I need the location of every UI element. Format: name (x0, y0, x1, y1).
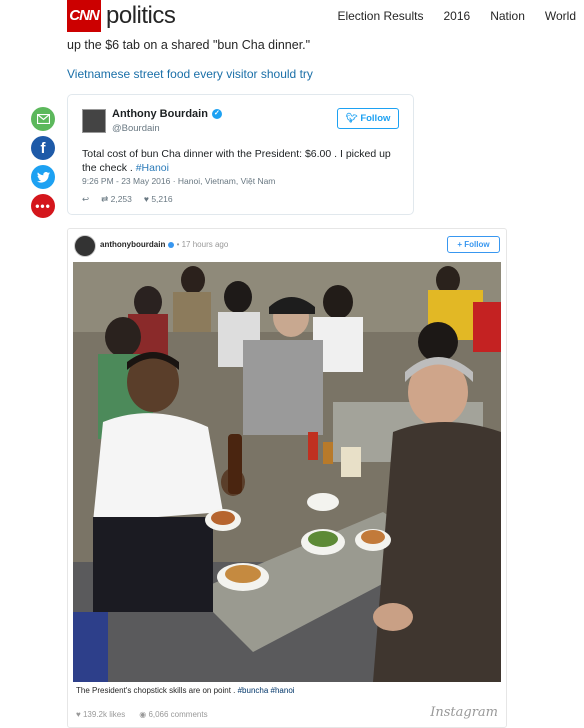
nav-world[interactable]: World (545, 0, 576, 32)
ellipsis-icon: ••• (35, 199, 51, 213)
share-twitter-button[interactable] (31, 165, 55, 189)
retweet-count: 2,253 (110, 194, 132, 204)
instagram-logo[interactable]: Instagram (430, 705, 498, 720)
instagram-follow-button[interactable]: + Follow (447, 236, 500, 253)
twitter-icon (36, 171, 50, 183)
tweet-actions: ↩ ⇄ 2,253 ♥ 5,216 (82, 194, 173, 205)
tweet-text: Total cost of bun Cha dinner with the Pr… (82, 147, 402, 175)
follow-label: Follow (360, 113, 391, 124)
heart-icon: ♥ (76, 710, 83, 719)
post-caption: The President's chopstick skills are on … (76, 686, 295, 695)
tweet-author-label: Anthony Bourdain (112, 108, 208, 120)
verified-badge-icon (168, 241, 175, 248)
follow-button[interactable]: 🐦︎ Follow (337, 108, 399, 129)
post-photo[interactable] (73, 262, 501, 682)
post-stats: ♥ 139.2k likes ◉ 6,066 comments (76, 710, 208, 719)
cnn-logo[interactable]: CNN (67, 0, 101, 32)
nav-election-results[interactable]: Election Results (337, 0, 423, 32)
nav-nation[interactable]: Nation (490, 0, 525, 32)
comments-stat[interactable]: ◉ 6,066 comments (139, 710, 207, 719)
like-button[interactable]: ♥ 5,216 (144, 194, 173, 205)
tweet-timestamp[interactable]: 9:26 PM - 23 May 2016 · Hanoi, Vietnam, … (82, 176, 275, 186)
reply-icon[interactable]: ↩ (82, 194, 89, 205)
verified-badge-icon: ✓ (211, 109, 222, 120)
top-nav: Election Results 2016 Nation World (317, 0, 576, 32)
retweet-button[interactable]: ⇄ 2,253 (101, 194, 132, 205)
caption-hashtags[interactable]: #buncha #hanoi (238, 686, 295, 695)
post-time: • 17 hours ago (176, 240, 229, 249)
share-bar: f ••• (31, 107, 55, 223)
section-title[interactable]: politics (106, 0, 176, 32)
avatar[interactable] (74, 235, 96, 257)
avatar[interactable] (82, 109, 106, 133)
tweet-body: Total cost of bun Cha dinner with the Pr… (82, 148, 391, 174)
embedded-instagram-post: anthonybourdain • 17 hours ago + Follow (67, 228, 507, 728)
likes-count: 139.2k likes (82, 710, 126, 719)
tweet-handle[interactable]: @Bourdain (112, 123, 160, 134)
share-facebook-button[interactable]: f (31, 136, 55, 160)
retweet-icon: ⇄ (101, 194, 111, 204)
tweet-author-name[interactable]: Anthony Bourdain ✓ (112, 108, 222, 120)
related-article-link[interactable]: Vietnamese street food every visitor sho… (67, 67, 313, 81)
hashtag-link[interactable]: #Hanoi (136, 162, 169, 174)
twitter-bird-icon: 🐦︎ (345, 113, 361, 124)
embedded-tweet: Anthony Bourdain ✓ @Bourdain 🐦︎ Follow To… (67, 94, 414, 215)
envelope-icon (36, 114, 50, 124)
instagram-username[interactable]: anthonybourdain • 17 hours ago (100, 240, 228, 249)
like-count: 5,216 (151, 194, 173, 204)
likes-stat[interactable]: ♥ 139.2k likes (76, 710, 125, 719)
caption-text: The President's chopstick skills are on … (76, 686, 238, 695)
photo-illustration (73, 262, 501, 682)
username-label: anthonybourdain (100, 240, 166, 249)
nav-2016[interactable]: 2016 (443, 0, 470, 32)
post-time-label: 17 hours ago (181, 240, 229, 249)
share-email-button[interactable] (31, 107, 55, 131)
article-paragraph: up the $6 tab on a shared "bun Cha dinne… (67, 38, 311, 52)
site-header: CNN politics Election Results 2016 Natio… (0, 0, 584, 34)
comments-count: 6,066 comments (148, 710, 208, 719)
facebook-icon: f (40, 139, 46, 157)
share-more-button[interactable]: ••• (31, 194, 55, 218)
